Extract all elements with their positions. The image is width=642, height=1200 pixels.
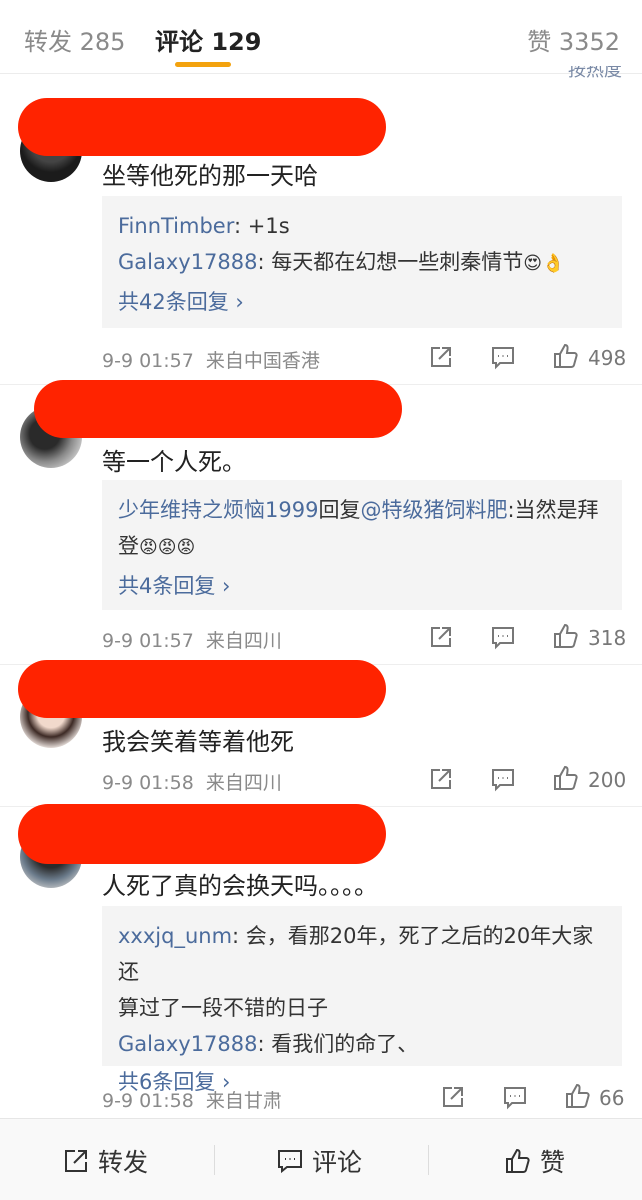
comment-text: 等一个人死。 [102,448,246,476]
reply-line: xxxjq_unm: 会，看那20年，死了之后的20年大家还 [118,918,606,990]
tab-bar: 转发 285 评论 129 赞 3352 按热度 [0,0,642,80]
comment-button[interactable]: 评论 [276,1143,362,1179]
reply-text: :当然是拜 [507,498,599,522]
reply-line: Galaxy17888: 每天都在幻想一些刺秦情节😍👌 [118,244,606,282]
reply-text: : 每天都在幻想一些刺秦情节 [257,250,524,274]
thumbs-up-icon[interactable] [552,342,580,370]
thumbs-up-icon[interactable] [552,764,580,792]
reply-icon[interactable] [490,766,516,792]
thumbs-up-icon[interactable] [564,1082,592,1110]
timestamp: 9-9 01:58 [102,772,194,794]
tab-reposts[interactable]: 转发 285 [24,22,125,57]
tab-comments[interactable]: 评论 129 [155,22,261,57]
comment-label: 评论 [312,1148,363,1177]
share-icon[interactable] [428,766,454,792]
tab-likes[interactable]: 赞 3352 [527,22,620,57]
reply-icon[interactable] [502,1084,528,1110]
angry-emoji-icon: 😡😡😡 [139,537,196,558]
reply-text: : 看我们的命了、 [257,1032,419,1056]
comment-meta: 9-9 01:57 来自中国香港 [102,346,320,373]
mention-link[interactable]: @特级猪饲料肥 [360,498,507,522]
timestamp: 9-9 01:58 [102,1090,194,1112]
timestamp: 9-9 01:57 [102,630,194,652]
share-icon [65,1150,87,1172]
redacted-username [18,804,386,864]
comment-meta: 9-9 01:57 来自四川 [102,626,282,653]
reply-username[interactable]: 少年维持之烦恼1999 [118,498,318,522]
reply-icon[interactable] [490,624,516,650]
like-label: 赞 [540,1148,566,1177]
like-count: 498 [588,346,627,370]
comment-meta: 9-9 01:58 来自四川 [102,768,282,795]
sort-by-popularity[interactable]: 按热度 [568,66,622,82]
comment-text: 坐等他死的那一天哈 [102,162,318,190]
divider [428,1145,429,1175]
redacted-username [18,660,386,718]
comment-text: 我会笑着等着他死 [102,728,294,756]
reply-line: 算过了一段不错的日子 [118,990,606,1026]
reply-text: 回复 [318,498,361,522]
comment-text: 人死了真的会换天吗。。。。 [102,872,378,900]
share-icon[interactable] [440,1084,466,1110]
like-count: 318 [588,626,627,650]
redacted-username [18,98,386,156]
reply-preview[interactable]: 少年维持之烦恼1999回复@特级猪饲料肥:当然是拜 登😡😡😡 共4条回复 › [102,480,622,610]
repost-button[interactable]: 转发 [62,1143,148,1179]
reply-username[interactable]: Galaxy17888 [118,1032,258,1056]
bottom-action-bar: 转发 评论 赞 [0,1118,642,1200]
location: 来自四川 [205,630,282,652]
location: 来自四川 [205,772,282,794]
reply-line: 少年维持之烦恼1999回复@特级猪饲料肥:当然是拜 [118,492,606,528]
timestamp: 9-9 01:57 [102,350,194,372]
reply-icon[interactable] [490,344,516,370]
reply-line: FinnTimber: +1s [118,208,606,244]
like-button[interactable]: 赞 [504,1143,565,1179]
comment-icon [278,1150,302,1174]
redacted-username [34,380,402,438]
reply-text: 算过了一段不错的日子 [118,996,328,1020]
reply-username[interactable]: Galaxy17888 [118,250,258,274]
reply-preview[interactable]: FinnTimber: +1s Galaxy17888: 每天都在幻想一些刺秦情… [102,196,622,328]
repost-label: 转发 [98,1148,149,1177]
comment-meta: 9-9 01:58 来自甘肃 [102,1086,282,1113]
share-icon[interactable] [428,624,454,650]
divider [214,1145,215,1175]
emoji-icon: 😍👌 [523,253,565,274]
reply-username[interactable]: FinnTimber [118,214,234,238]
reply-text: : +1s [234,214,290,238]
reply-preview[interactable]: xxxjq_unm: 会，看那20年，死了之后的20年大家还 算过了一段不错的日… [102,906,622,1094]
location: 来自甘肃 [205,1090,282,1112]
reply-text: 登 [118,534,139,558]
thumbs-up-icon [506,1148,530,1173]
like-count: 200 [588,768,627,792]
reply-username[interactable]: xxxjq_unm [118,924,232,948]
reply-line: Galaxy17888: 看我们的命了、 [118,1026,606,1062]
more-replies-link[interactable]: 共42条回复 › [118,284,606,320]
location: 来自中国香港 [205,350,320,372]
reply-line: 登😡😡😡 [118,528,606,566]
share-icon[interactable] [428,344,454,370]
more-replies-link[interactable]: 共4条回复 › [118,568,606,604]
like-count: 66 [599,1086,625,1110]
active-tab-indicator [175,62,231,67]
thumbs-up-icon[interactable] [552,622,580,650]
